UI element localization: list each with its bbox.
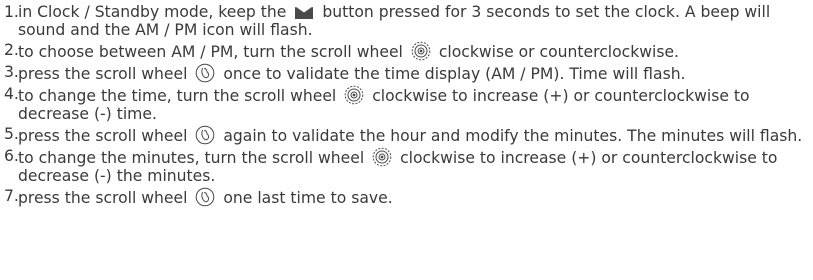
step-text-before: press the scroll wheel	[18, 189, 188, 207]
step-number: 5.	[4, 125, 19, 143]
step-number: 2.	[4, 41, 19, 59]
step-text: to change the minutes, turn the scroll w…	[18, 147, 813, 185]
step-text-before: press the scroll wheel	[18, 127, 188, 145]
step-text: to change the time, turn the scroll whee…	[18, 85, 813, 123]
scroll-wheel-press-icon	[194, 125, 216, 145]
step-number: 7.	[4, 187, 19, 205]
instruction-step-1: 1. in Clock / Standby mode, keep the but…	[4, 3, 813, 39]
step-text-after: again to validate the hour and modify th…	[223, 127, 803, 145]
scroll-wheel-turn-icon	[410, 41, 432, 61]
m-button-icon	[293, 5, 315, 21]
step-text-before: to choose between AM / PM, turn the scro…	[18, 43, 403, 61]
step-number: 4.	[4, 85, 19, 103]
step-text: press the scroll wheel once to validate …	[18, 63, 813, 83]
step-text-after: once to validate the time display (AM / …	[223, 65, 686, 83]
instruction-step-5: 5. press the scroll wheel again to valid…	[4, 125, 813, 145]
step-text-before: in Clock / Standby mode, keep the	[18, 3, 287, 21]
step-text: press the scroll wheel one last time to …	[18, 187, 813, 207]
step-number: 6.	[4, 147, 19, 165]
step-number: 1.	[4, 3, 19, 21]
instruction-step-4: 4. to change the time, turn the scroll w…	[4, 85, 813, 123]
step-number: 3.	[4, 63, 19, 81]
instruction-steps: 1. in Clock / Standby mode, keep the but…	[4, 3, 813, 207]
instruction-step-2: 2. to choose between AM / PM, turn the s…	[4, 41, 813, 61]
scroll-wheel-press-icon	[194, 63, 216, 83]
step-text: in Clock / Standby mode, keep the button…	[18, 3, 813, 39]
step-text-before: to change the time, turn the scroll whee…	[18, 87, 337, 105]
scroll-wheel-press-icon	[194, 187, 216, 207]
step-text: press the scroll wheel again to validate…	[18, 125, 813, 145]
instruction-step-7: 7. press the scroll wheel one last time …	[4, 187, 813, 207]
step-text-after: clockwise or counterclockwise.	[438, 43, 680, 61]
scroll-wheel-turn-icon	[371, 147, 393, 167]
step-text: to choose between AM / PM, turn the scro…	[18, 41, 813, 61]
step-text-before: press the scroll wheel	[18, 65, 188, 83]
instruction-step-6: 6. to change the minutes, turn the scrol…	[4, 147, 813, 185]
instruction-step-3: 3. press the scroll wheel once to valida…	[4, 63, 813, 83]
scroll-wheel-turn-icon	[343, 85, 365, 105]
instruction-document: 1. in Clock / Standby mode, keep the but…	[0, 0, 813, 280]
step-text-before: to change the minutes, turn the scroll w…	[18, 149, 365, 167]
step-text-after: one last time to save.	[223, 189, 393, 207]
